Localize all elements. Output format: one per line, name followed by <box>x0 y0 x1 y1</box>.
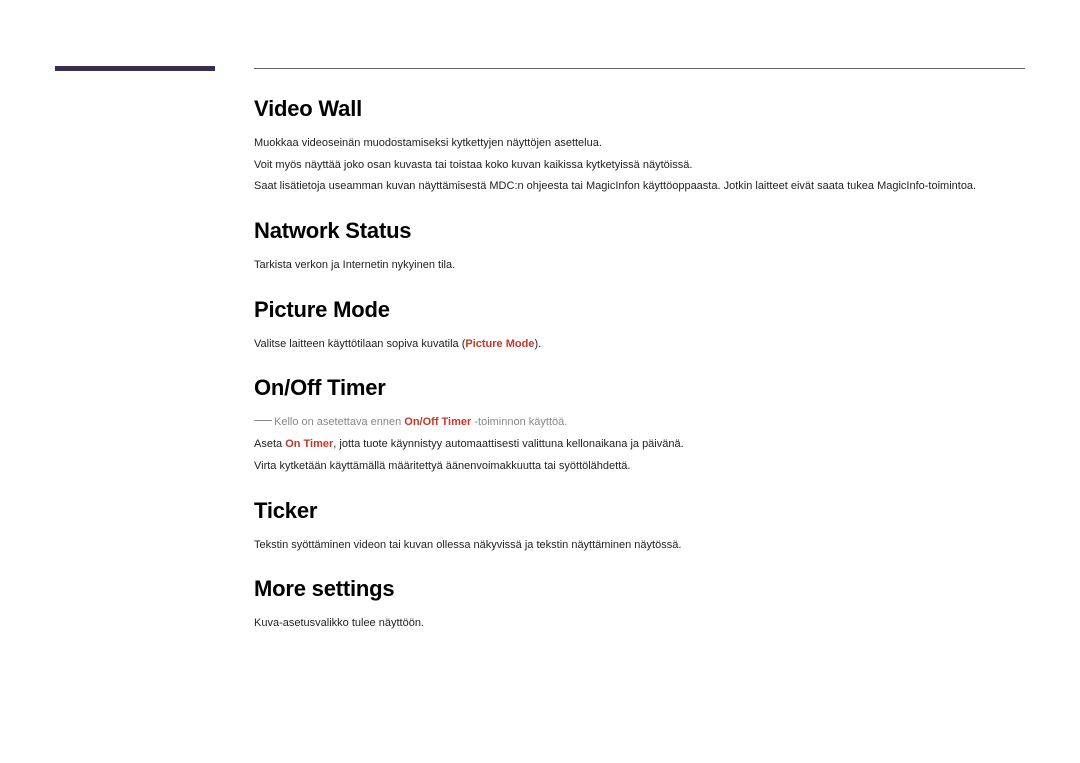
text-fragment: Kello on asetettava ennen <box>274 416 404 428</box>
body-text: Tarkista verkon ja Internetin nykyinen t… <box>254 256 1025 275</box>
heading-on-off-timer: On/Off Timer <box>254 375 1025 401</box>
note-text: Kello on asetettava ennen On/Off Timer -… <box>254 413 1025 432</box>
body-text: Virta kytketään käyttämällä määritettyä … <box>254 457 1025 476</box>
body-text: Aseta On Timer, jotta tuote käynnistyy a… <box>254 435 1025 454</box>
accent-bar <box>55 66 215 71</box>
heading-network-status: Natwork Status <box>254 218 1025 244</box>
top-rule <box>254 68 1025 69</box>
text-fragment: ). <box>534 338 541 350</box>
heading-ticker: Ticker <box>254 498 1025 524</box>
text-fragment: Aseta <box>254 438 285 450</box>
highlight-text: Picture Mode <box>465 338 534 350</box>
highlight-text: On/Off Timer <box>404 416 471 428</box>
text-fragment: -toiminnon käyttöä. <box>471 416 567 428</box>
body-text: Valitse laitteen käyttötilaan sopiva kuv… <box>254 335 1025 354</box>
heading-more-settings: More settings <box>254 576 1025 602</box>
highlight-text: On Timer <box>285 438 333 450</box>
heading-picture-mode: Picture Mode <box>254 297 1025 323</box>
body-text: Kuva-asetusvalikko tulee näyttöön. <box>254 614 1025 633</box>
body-text: Muokkaa videoseinän muodostamiseksi kytk… <box>254 134 1025 153</box>
page-content: Video Wall Muokkaa videoseinän muodostam… <box>254 96 1025 636</box>
body-text: Tekstin syöttäminen videon tai kuvan oll… <box>254 536 1025 555</box>
body-text: Saat lisätietoja useamman kuvan näyttämi… <box>254 177 1025 196</box>
text-fragment: , jotta tuote käynnistyy automaattisesti… <box>333 438 683 450</box>
text-fragment: Valitse laitteen käyttötilaan sopiva kuv… <box>254 338 465 350</box>
dash-icon <box>254 420 272 421</box>
body-text: Voit myös näyttää joko osan kuvasta tai … <box>254 156 1025 175</box>
heading-video-wall: Video Wall <box>254 96 1025 122</box>
